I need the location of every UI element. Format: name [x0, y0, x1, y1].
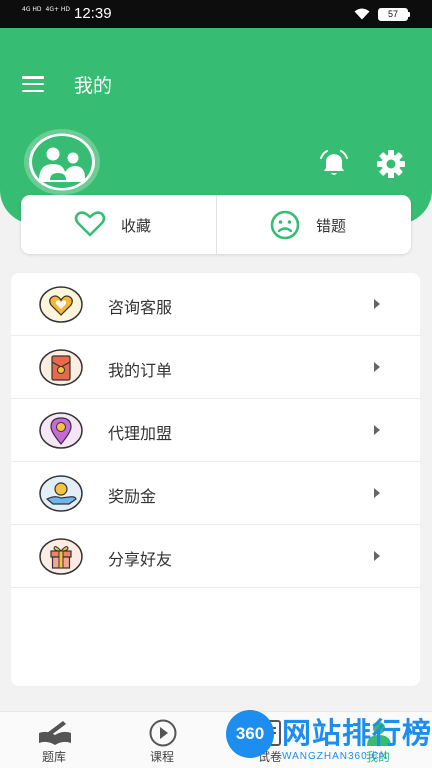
menu-item-label: 代理加盟 — [108, 424, 173, 443]
chevron-right-icon — [374, 551, 380, 561]
tab-label: 我的 — [365, 750, 390, 764]
hamburger-menu-icon[interactable] — [22, 76, 44, 93]
heart-icon — [74, 211, 106, 237]
tab-label: 课程 — [149, 750, 174, 764]
menu-list: 咨询客服 我的订单 代理加盟 奖励金 分享好友 — [11, 273, 420, 686]
wrong-questions-button[interactable]: 错题 — [216, 195, 411, 254]
chevron-right-icon — [374, 425, 380, 435]
tab-label: 试卷 — [257, 750, 282, 764]
wrong-questions-label: 错题 — [316, 217, 347, 235]
page-title: 我的 — [74, 75, 113, 97]
menu-item-label: 分享好友 — [108, 550, 173, 569]
battery-tip — [408, 12, 410, 17]
menu-item-agent-join[interactable]: 代理加盟 — [11, 399, 420, 462]
battery-indicator: 57 — [378, 8, 408, 21]
menu-item-my-orders[interactable]: 我的订单 — [11, 336, 420, 399]
gift-icon — [39, 538, 83, 575]
chevron-right-icon — [374, 488, 380, 498]
location-pin-icon — [39, 412, 83, 449]
bottom-navigation: 题库 课程 试卷 我的 — [0, 711, 432, 768]
heart-badge-icon — [39, 286, 83, 323]
divider — [11, 587, 420, 588]
menu-item-label: 奖励金 — [108, 487, 157, 506]
status-time: 12:39 — [74, 5, 112, 22]
paper-icon — [261, 720, 281, 746]
coin-hand-icon — [39, 475, 83, 512]
tab-papers[interactable]: 试卷 — [216, 712, 324, 768]
favorites-label: 收藏 — [121, 217, 152, 235]
quick-actions-card: 收藏 错题 — [21, 195, 411, 254]
menu-item-label: 咨询客服 — [108, 298, 173, 317]
notification-bell-icon[interactable] — [318, 149, 350, 179]
tab-mine[interactable]: 我的 — [324, 712, 432, 768]
menu-item-share-friends[interactable]: 分享好友 — [11, 525, 420, 588]
menu-item-label: 我的订单 — [108, 361, 173, 380]
book-pen-icon — [39, 721, 71, 745]
chevron-right-icon — [374, 299, 380, 309]
wifi-icon — [354, 8, 370, 20]
network-indicators: 4G HD 4G+ HD — [22, 6, 74, 13]
menu-item-reward[interactable]: 奖励金 — [11, 462, 420, 525]
settings-gear-icon[interactable] — [375, 149, 407, 179]
favorites-button[interactable]: 收藏 — [21, 195, 216, 254]
network-label-2: 4G+ HD — [45, 6, 71, 13]
network-label-1: 4G HD — [22, 6, 42, 13]
tab-question-bank[interactable]: 题库 — [0, 712, 108, 768]
sad-face-icon — [270, 210, 300, 240]
status-bar: 4G HD 4G+ HD 12:39 57 — [0, 0, 432, 28]
menu-item-customer-service[interactable]: 咨询客服 — [11, 273, 420, 336]
tab-courses[interactable]: 课程 — [108, 712, 216, 768]
avatar[interactable] — [23, 128, 101, 196]
red-envelope-icon — [39, 349, 83, 386]
user-icon — [367, 722, 391, 746]
tab-label: 题库 — [41, 750, 66, 764]
chevron-right-icon — [374, 362, 380, 372]
play-circle-icon — [149, 719, 177, 747]
